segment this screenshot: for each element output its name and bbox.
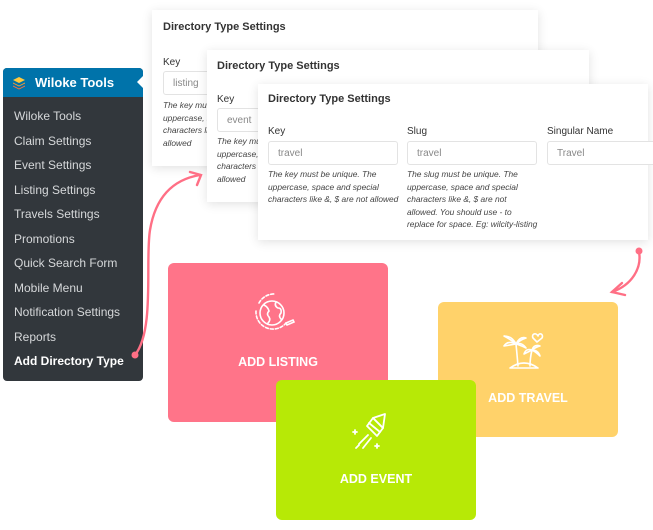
travel-arrowhead bbox=[609, 281, 627, 297]
sidebar-item-notification-settings[interactable]: Notification Settings bbox=[3, 300, 143, 325]
sidebar-arrowhead bbox=[188, 170, 203, 187]
key-label: Key bbox=[217, 94, 235, 105]
sidebar-item-event-settings[interactable]: Event Settings bbox=[3, 153, 143, 178]
current-menu-pointer bbox=[137, 76, 143, 88]
add-event-card[interactable]: ADD EVENT bbox=[276, 380, 476, 520]
singular-name-input[interactable] bbox=[547, 141, 653, 165]
panel-to-travel-arrow bbox=[610, 250, 641, 294]
globe-plane-icon bbox=[255, 293, 296, 330]
sidebar-item-wiloke-tools[interactable]: Wiloke Tools bbox=[3, 104, 143, 129]
sidebar-title: Wiloke Tools bbox=[35, 75, 115, 90]
sidebar-item-travels-settings[interactable]: Travels Settings bbox=[3, 202, 143, 227]
sidebar-item-mobile-menu[interactable]: Mobile Menu bbox=[3, 276, 143, 301]
sidebar-item-listing-settings[interactable]: Listing Settings bbox=[3, 178, 143, 203]
slug-input[interactable] bbox=[407, 141, 537, 165]
rocket-icon bbox=[352, 413, 386, 449]
settings-panel-travel: Directory Type Settings Key The key must… bbox=[258, 84, 653, 240]
layers-icon bbox=[13, 76, 25, 89]
sidebar-item-add-directory-type[interactable]: Add Directory Type bbox=[3, 349, 143, 374]
admin-sidebar-submenu: Wiloke Tools Wiloke Tools Claim Settings… bbox=[3, 68, 143, 381]
palm-island-icon bbox=[503, 333, 544, 369]
slug-label: Slug bbox=[407, 126, 428, 137]
key-label: Key bbox=[163, 57, 181, 68]
key-label: Key bbox=[268, 126, 286, 137]
add-event-label: ADD EVENT bbox=[339, 472, 413, 486]
key-input[interactable] bbox=[268, 141, 398, 165]
sidebar-header-wiloke-tools[interactable]: Wiloke Tools bbox=[3, 68, 143, 97]
panel-title: Directory Type Settings bbox=[163, 21, 286, 33]
panel-title: Directory Type Settings bbox=[268, 93, 391, 105]
panel-title: Directory Type Settings bbox=[217, 60, 340, 72]
sidebar-item-promotions[interactable]: Promotions bbox=[3, 227, 143, 252]
sidebar-item-quick-search-form[interactable]: Quick Search Form bbox=[3, 251, 143, 276]
slug-help-text: The slug must be unique. The uppercase, … bbox=[407, 169, 538, 229]
add-listing-label: ADD LISTING bbox=[238, 355, 318, 369]
sidebar-item-claim-settings[interactable]: Claim Settings bbox=[3, 129, 143, 154]
singular-name-label: Singular Name bbox=[547, 126, 614, 137]
arrow-start-dot-right bbox=[635, 247, 643, 255]
key-help-text: The key must be unique. The uppercase, s… bbox=[268, 169, 399, 204]
sidebar-item-reports[interactable]: Reports bbox=[3, 325, 143, 350]
